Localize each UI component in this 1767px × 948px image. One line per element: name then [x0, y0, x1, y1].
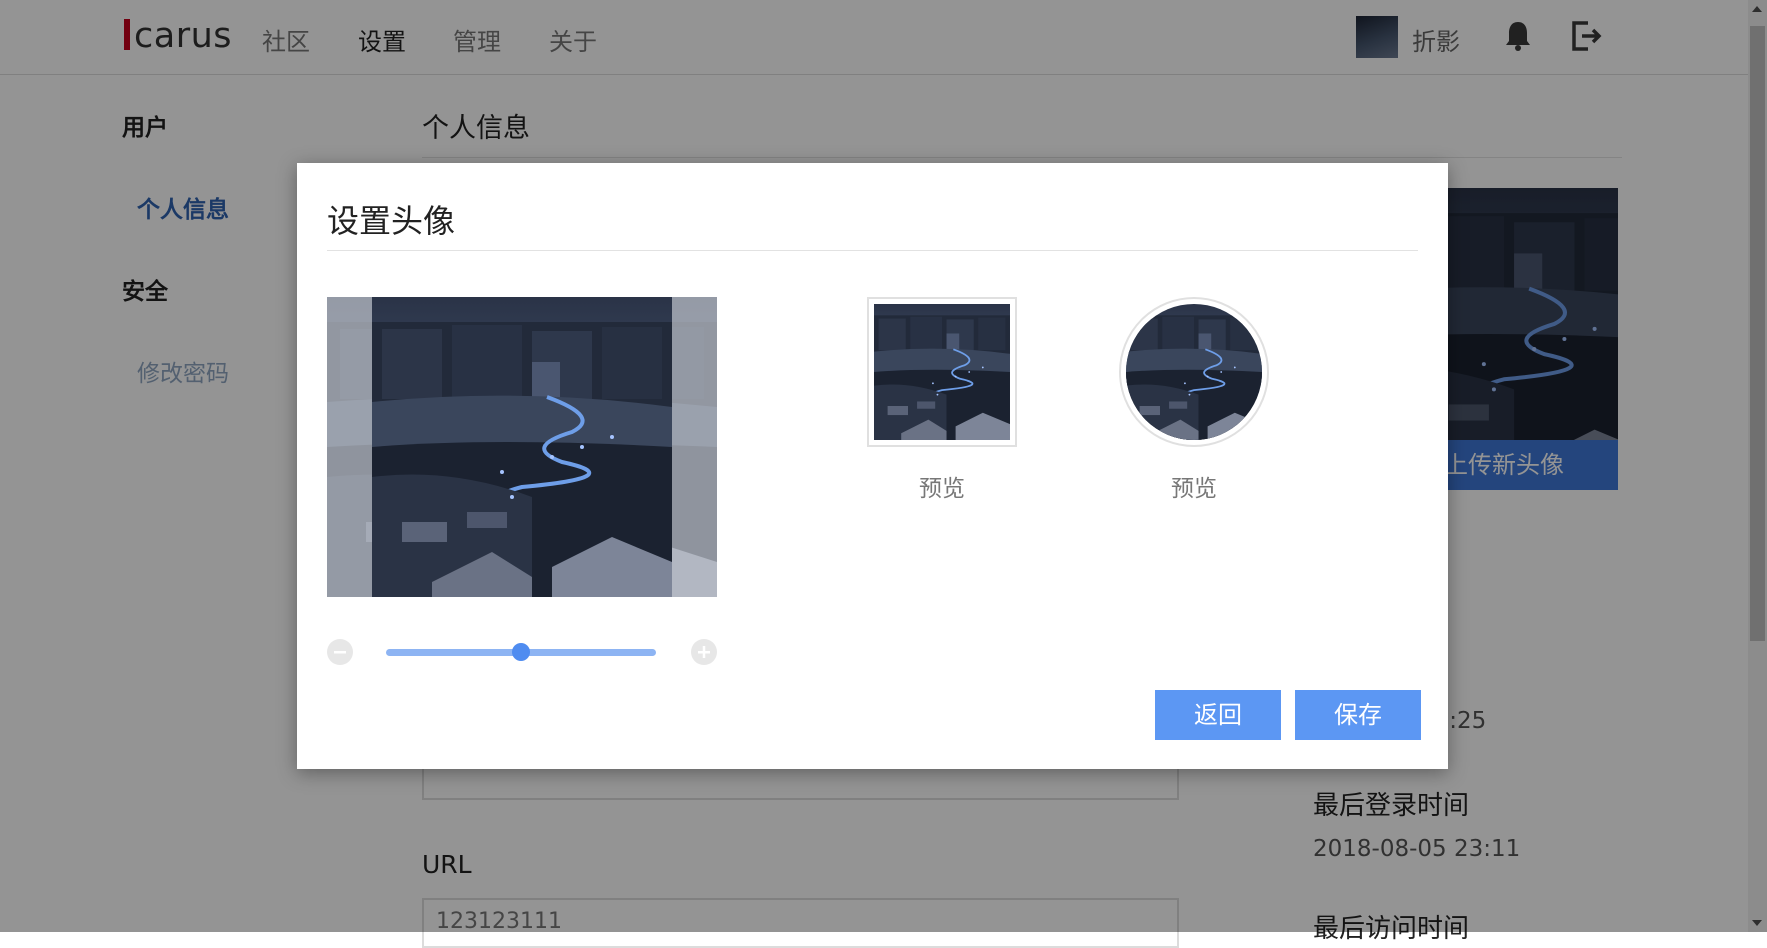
crop-area[interactable]	[327, 297, 717, 597]
square-preview-image	[874, 304, 1010, 440]
back-button[interactable]: 返回	[1155, 690, 1281, 740]
modal-title: 设置头像	[327, 202, 456, 240]
plus-circle-icon[interactable]	[691, 639, 717, 665]
save-button[interactable]: 保存	[1295, 690, 1421, 740]
crop-selection[interactable]	[372, 297, 672, 597]
square-preview-label: 预览	[919, 476, 965, 502]
minus-circle-icon[interactable]	[327, 639, 353, 665]
zoom-control	[327, 637, 717, 667]
square-preview	[867, 297, 1017, 447]
circle-preview-label: 预览	[1171, 476, 1217, 502]
zoom-slider-thumb[interactable]	[512, 643, 530, 661]
avatar-modal: 设置头像 预览 预览 返回 保存	[297, 163, 1448, 769]
circle-preview-image	[1126, 304, 1262, 440]
modal-divider	[327, 250, 1418, 251]
circle-preview	[1119, 297, 1269, 447]
